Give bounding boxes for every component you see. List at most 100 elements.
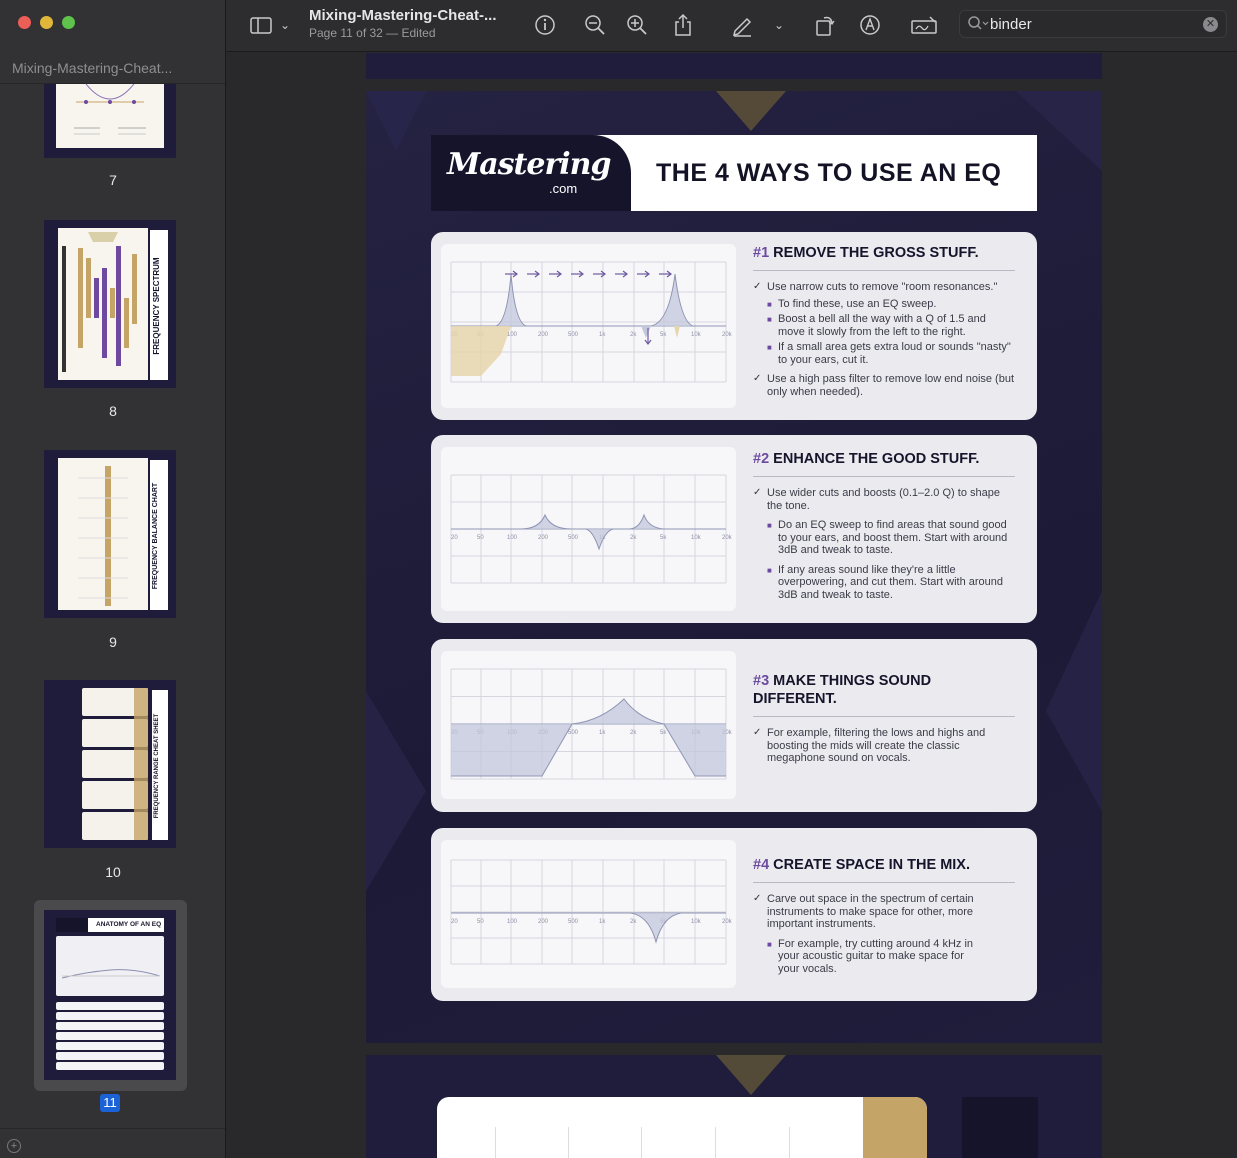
document-view[interactable]: Mastering .com THE 4 WAYS TO USE AN EQ 2… <box>226 53 1237 1158</box>
divider <box>753 270 1015 271</box>
zoom-in-icon[interactable] <box>626 13 648 37</box>
frequency-tick-label: 1k <box>599 730 606 736</box>
info-icon[interactable] <box>534 13 556 37</box>
frequency-tick-label: 100 <box>507 919 518 925</box>
eq-curve <box>451 513 726 551</box>
card-title: #4 CREATE SPACE IN THE MIX. <box>753 857 971 873</box>
cut-notch <box>641 326 651 338</box>
card-text: #1 REMOVE THE GROSS STUFF. ✓ Use narrow c… <box>753 232 1015 405</box>
eq-card-2: 20501002005001k2k5k10k20k #2 ENHANCE THE… <box>431 435 1037 623</box>
eq-chart-4: 20501002005001k2k5k10k20k <box>441 840 736 988</box>
card-title: #1 REMOVE THE GROSS STUFF. <box>753 245 979 261</box>
bullet-item: ✓ Use narrow cuts to remove "room resonan… <box>753 281 998 293</box>
thumbnail-label: 8 <box>109 403 117 419</box>
card-title: #3 MAKE THINGS SOUND DIFFERENT. <box>753 673 932 707</box>
frequency-tick-label: 5k <box>660 332 667 338</box>
thumbnail-heading: FREQUENCY RANGE CHEAT SHEET <box>154 713 160 819</box>
sub-bullet-item: ■ For example, try cutting around 4 kHz i… <box>767 937 974 975</box>
rotate-icon[interactable] <box>814 13 836 37</box>
frequency-tick-label: 500 <box>568 919 579 925</box>
frequency-tick-label: 20k <box>722 535 733 541</box>
frequency-tick-label: 20 <box>451 535 458 541</box>
search-input[interactable]: binder <box>990 16 1032 33</box>
thumbnail-label: 7 <box>109 172 117 188</box>
chevron-down-icon[interactable]: ⌄ <box>772 13 786 37</box>
thumbnail-heading: ANATOMY OF AN EQ <box>96 921 162 928</box>
thumbnail-side-banner: FREQUENCY BALANCE CHART <box>150 460 168 610</box>
thumbnail-cards <box>82 688 148 840</box>
share-icon[interactable] <box>673 13 693 37</box>
frequency-tick-label: 50 <box>477 535 484 541</box>
frequency-tick-label: 100 <box>507 535 518 541</box>
frequency-tick-label: 20 <box>451 919 458 925</box>
sub-bullet-item: ■ Do an EQ sweep to find areas that sound… <box>767 519 1008 556</box>
thumbnail-rows <box>56 1002 164 1076</box>
frequency-tick-label: 500 <box>568 730 579 736</box>
thumbnail-label-selected: 11 <box>100 1094 120 1112</box>
frequency-tick-label: 5k <box>660 535 667 541</box>
card-text: #3 MAKE THINGS SOUND DIFFERENT. ✓ For exa… <box>753 639 1015 772</box>
thumbnail-chart <box>62 232 137 372</box>
chevron-down-icon[interactable]: ⌄ <box>278 13 292 37</box>
frequency-tick-label: 100 <box>507 332 518 338</box>
thumbnail-page-9[interactable]: FREQUENCY BALANCE CHART <box>44 450 176 618</box>
eq-chart-2: 20501002005001k2k5k10k20k <box>441 447 736 611</box>
thumbnail-page-8[interactable]: FREQUENCY SPECTRUM <box>44 220 176 388</box>
card-text: #2 ENHANCE THE GOOD STUFF. ✓ Use wider cu… <box>753 435 1015 604</box>
megaphone-area <box>451 699 726 776</box>
annotate-icon[interactable] <box>859 13 881 37</box>
thumbnail-diagram <box>74 84 146 135</box>
document-title[interactable]: Mixing-Mastering-Cheat-... <box>309 7 497 24</box>
close-window-button[interactable] <box>18 16 31 29</box>
thumbnail-chart <box>78 466 128 606</box>
thumbnail-heading: FREQUENCY BALANCE CHART <box>152 482 159 590</box>
thumbnail-page-11[interactable]: ANATOMY OF AN EQ <box>44 910 176 1080</box>
bullet-item: ✓ Carve out space in the spectrum of cert… <box>753 893 974 930</box>
page-11: Mastering .com THE 4 WAYS TO USE AN EQ 2… <box>366 91 1102 1043</box>
frequency-tick-label: 20k <box>722 332 733 338</box>
next-page-card <box>437 1097 927 1158</box>
divider <box>753 476 1015 477</box>
thumbnail-eq-graph <box>56 936 164 996</box>
next-page <box>366 1055 1102 1158</box>
card-title: #2 ENHANCE THE GOOD STUFF. <box>753 451 980 467</box>
frequency-tick-label: 200 <box>538 332 549 338</box>
frequency-tick-label: 200 <box>538 535 549 541</box>
frequency-tick-label: 500 <box>568 535 579 541</box>
eq-card-1: 20501002005001k2k5k10k20k #1 REMOVE THE … <box>431 232 1037 420</box>
divider <box>753 882 1015 883</box>
sub-bullet-item: ■ If any areas sound like they're a littl… <box>767 563 1004 601</box>
thumbnail-side-banner: FREQUENCY SPECTRUM <box>150 230 168 380</box>
frequency-tick-label: 10k <box>691 535 702 541</box>
card-text: #4 CREATE SPACE IN THE MIX. ✓ Carve out s… <box>753 828 1015 978</box>
markup-pen-icon[interactable] <box>731 13 753 37</box>
sidebar-icon[interactable] <box>250 13 272 37</box>
search-field[interactable]: binder ✕ <box>959 10 1227 38</box>
thumbnail-page-10[interactable]: FREQUENCY RANGE CHEAT SHEET <box>44 680 176 848</box>
add-page-icon[interactable]: + <box>7 1139 21 1153</box>
sub-bullet-item: ■ Boost a bell all the way with a Q of 1.… <box>767 313 986 338</box>
thumbnail-heading: FREQUENCY SPECTRUM <box>152 257 161 355</box>
signature-icon[interactable] <box>910 13 938 37</box>
frequency-tick-label: 200 <box>538 919 549 925</box>
resonance-boost-area <box>451 274 726 326</box>
frequency-tick-label: 500 <box>568 332 579 338</box>
bullet-item: ✓ Use wider cuts and boosts (0.1–2.0 Q) t… <box>753 487 1000 512</box>
eq-shape-area <box>451 515 726 549</box>
thumbnail-page-7[interactable] <box>44 84 176 158</box>
clear-search-icon[interactable]: ✕ <box>1203 17 1218 32</box>
thumbnail-label: 9 <box>109 634 117 650</box>
frequency-tick-label: 10k <box>691 332 702 338</box>
zoom-window-button[interactable] <box>62 16 75 29</box>
zoom-out-icon[interactable] <box>584 13 606 37</box>
divider <box>753 716 1015 717</box>
next-page-logo-banner <box>962 1097 1038 1158</box>
eq-card-3: 20501002005001k2k5k10k20k #3 MAKE THINGS… <box>431 639 1037 812</box>
sub-bullet-item: ■ If a small area gets extra loud or soun… <box>767 341 1011 366</box>
logo-text: Mastering <box>447 147 611 182</box>
minimize-window-button[interactable] <box>40 16 53 29</box>
frequency-tick-label: 10k <box>691 919 702 925</box>
thumbnail-side-banner: FREQUENCY RANGE CHEAT SHEET <box>152 690 168 840</box>
eq-chart-1: 20501002005001k2k5k10k20k <box>441 244 736 408</box>
previous-page <box>366 53 1102 79</box>
